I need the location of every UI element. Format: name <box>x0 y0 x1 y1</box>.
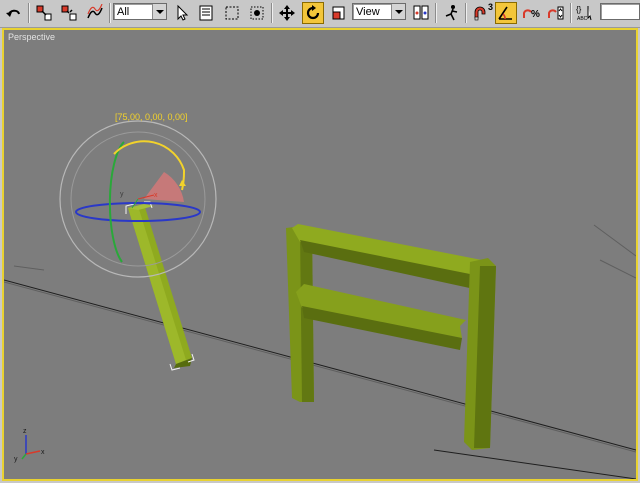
spinner-snap-toggle-button[interactable] <box>545 2 567 24</box>
rotation-readout: [75,00, 0,00, 0,00] <box>115 112 188 122</box>
tripod-z-label: z <box>23 428 27 435</box>
angle-snap-toggle-button[interactable] <box>495 2 517 24</box>
svg-text:ABC: ABC <box>577 16 588 22</box>
snaps-toggle-button[interactable]: 3 <box>469 2 493 24</box>
rectangular-selection-region-button[interactable] <box>221 2 243 24</box>
svg-text:%: % <box>531 9 540 20</box>
window-crossing-icon <box>250 6 264 20</box>
main-toolbar: All View 3 % {} ABC <box>0 0 640 28</box>
edit-named-selection-sets-button[interactable]: {} ABC <box>575 2 597 24</box>
manipulate-icon <box>445 5 458 21</box>
bind-to-space-warp-button[interactable] <box>84 2 106 24</box>
select-and-scale-button[interactable] <box>328 2 350 24</box>
use-pivot-point-center-button[interactable] <box>410 2 432 24</box>
pivot-center-icon <box>413 5 429 20</box>
y-axis-ring[interactable] <box>108 141 125 263</box>
selection-filter-value: All <box>117 5 130 18</box>
cursor-arrow-icon <box>177 4 189 21</box>
select-and-link-button[interactable] <box>33 2 55 24</box>
select-and-rotate-button[interactable] <box>302 2 324 24</box>
select-object-button[interactable] <box>171 2 193 24</box>
selection-filter-dropdown[interactable]: All <box>113 3 167 20</box>
gizmo-x-label: x <box>154 192 158 199</box>
undo-button[interactable] <box>3 2 25 24</box>
tripod-x-label: x <box>41 449 45 456</box>
named-selection-icon: {} ABC <box>576 5 592 22</box>
spinner-snap-icon <box>548 6 564 20</box>
viewport-scene: x y z x y <box>4 120 636 479</box>
dashed-rectangle-icon <box>225 6 239 20</box>
fence-object[interactable] <box>286 224 496 450</box>
move-icon <box>279 5 295 21</box>
perspective-viewport[interactable]: x y z x y Perspective [75,00, 0,00, 0,00… <box>2 28 638 481</box>
named-selection-sets-field[interactable] <box>600 3 640 20</box>
reference-coord-system-dropdown[interactable]: View <box>352 3 406 20</box>
tripod-y-label: y <box>14 456 18 463</box>
svg-text:{}: {} <box>576 5 582 14</box>
space-warp-icon <box>87 4 103 19</box>
select-and-move-button[interactable] <box>276 2 298 24</box>
angle-snap-icon <box>498 6 512 20</box>
list-icon <box>199 5 213 21</box>
unlink-selection-button[interactable] <box>58 2 80 24</box>
unlink-icon <box>61 5 77 21</box>
rotation-angle-slice <box>144 172 184 202</box>
percent-snap-toggle-button[interactable]: % <box>520 2 542 24</box>
grid-axis-line-2 <box>433 449 636 479</box>
chevron-down-icon <box>391 4 405 19</box>
select-by-name-button[interactable] <box>195 2 217 24</box>
chevron-down-icon <box>152 4 166 19</box>
viewport-label[interactable]: Perspective <box>8 32 55 42</box>
window-crossing-button[interactable] <box>246 2 268 24</box>
axis-tripod: z x y <box>14 428 45 463</box>
scale-icon <box>332 6 345 20</box>
rotate-gizmo[interactable]: x y <box>59 120 217 278</box>
selected-post-object[interactable] <box>125 201 195 371</box>
select-and-manipulate-button[interactable] <box>440 2 462 24</box>
home-grid <box>4 224 636 453</box>
undo-icon <box>6 9 20 17</box>
gizmo-y-label: y <box>120 191 124 198</box>
link-icon <box>36 5 52 21</box>
rotate-icon <box>306 5 320 20</box>
reference-coord-system-value: View <box>356 5 380 18</box>
snap-dimension-label: 3 <box>487 2 493 12</box>
percent-snap-icon: % <box>523 9 540 20</box>
